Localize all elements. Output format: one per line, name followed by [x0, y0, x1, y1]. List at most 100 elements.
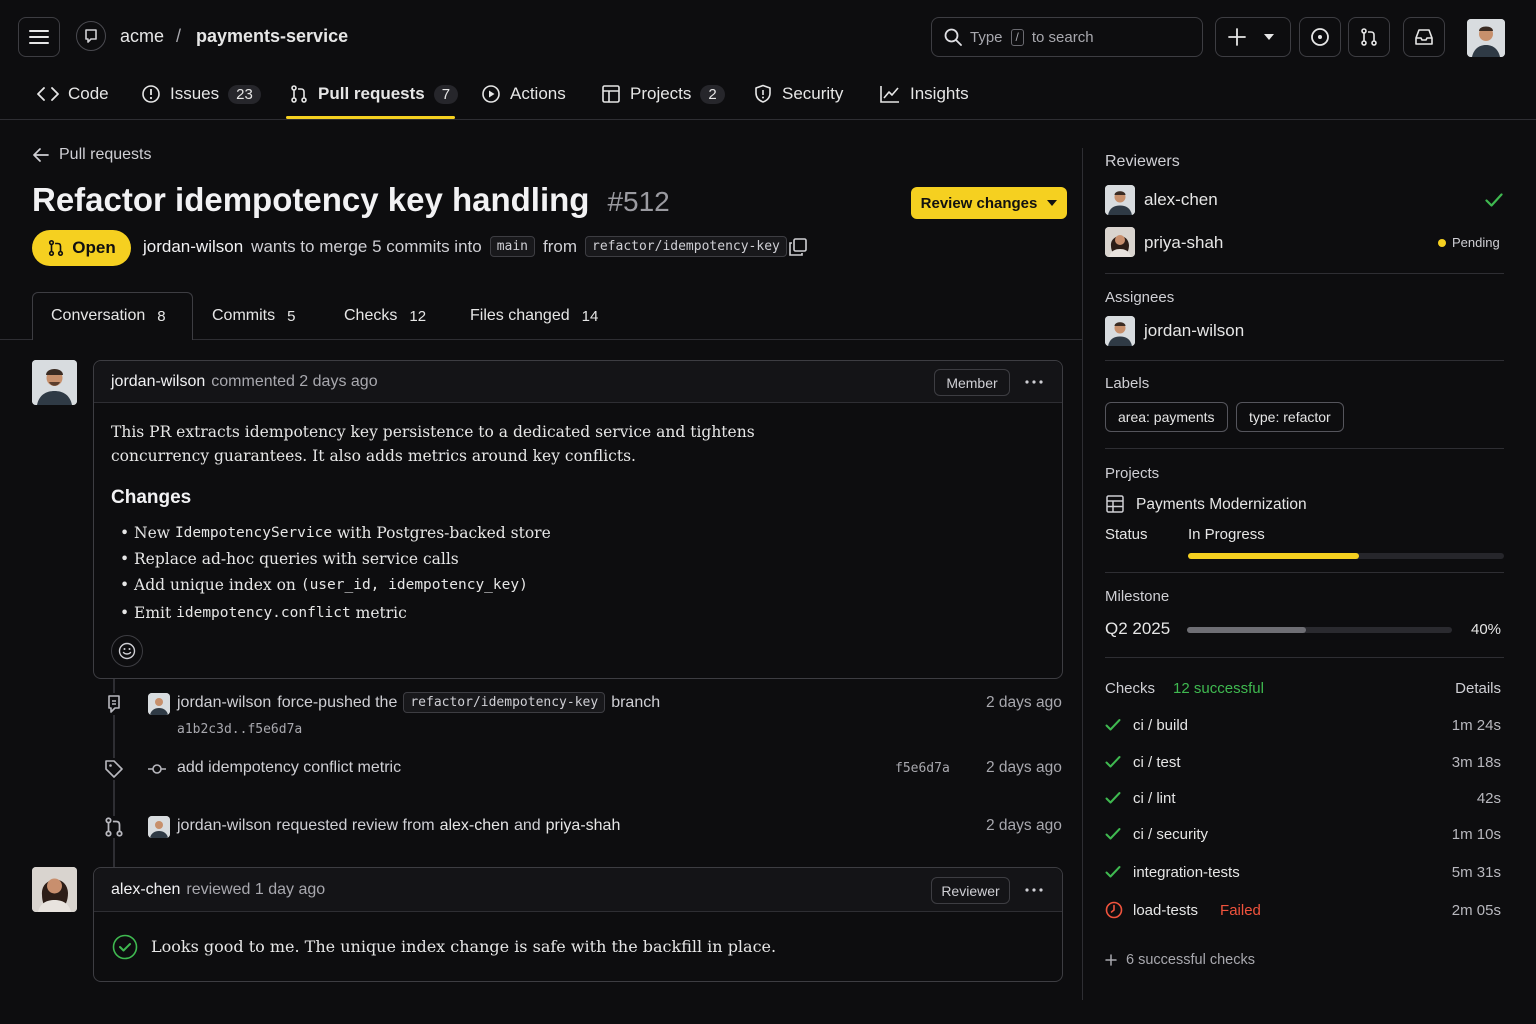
timeline-branch[interactable]: refactor/idempotency-key — [403, 692, 606, 713]
subtabs-divider — [193, 339, 1083, 340]
reviewer-link[interactable]: alex-chen — [440, 817, 509, 835]
show-more-checks-button[interactable]: 6 successful checks — [1105, 952, 1255, 968]
timeline-conjunction: and — [513, 817, 541, 834]
tab-code-label: Code — [68, 84, 109, 103]
review-options-button[interactable] — [1024, 882, 1044, 898]
reviewer-link[interactable]: priya-shah — [546, 817, 621, 835]
milestone-name-link[interactable]: Q2 2025 — [1105, 619, 1170, 639]
issues-button[interactable] — [1299, 17, 1341, 57]
avatar[interactable] — [1105, 227, 1135, 257]
avatar[interactable] — [148, 816, 170, 838]
tag-icon — [103, 758, 125, 780]
check-icon — [1105, 828, 1121, 840]
check-row-ci-build[interactable]: ci / build 1m 24s — [1105, 713, 1501, 737]
timeline-actor-link[interactable]: jordan-wilson — [177, 817, 271, 835]
repo-owner-link[interactable]: acme — [120, 26, 164, 47]
breadcrumb-separator: / — [176, 26, 182, 46]
inbox-button[interactable] — [1403, 17, 1445, 57]
repo-logo-icon[interactable] — [76, 21, 106, 51]
tab-checks[interactable]: Checks 12 — [344, 292, 426, 340]
status-field-value[interactable]: In Progress — [1188, 526, 1265, 543]
pull-requests-button[interactable] — [1348, 17, 1390, 57]
check-row-integration-tests[interactable]: integration-tests 5m 31s — [1105, 860, 1501, 884]
search-input[interactable]: Type / to search — [931, 17, 1203, 57]
tab-security[interactable]: Security — [753, 80, 843, 108]
tab-pull-requests-label: Pull requests — [318, 84, 425, 103]
review-changes-button[interactable]: Review changes — [911, 187, 1067, 219]
check-row-ci-test[interactable]: ci / test 3m 18s — [1105, 750, 1501, 774]
repo-name-link[interactable]: payments-service — [196, 26, 348, 47]
timeline-event-suffix: branch — [611, 693, 661, 711]
tab-projects[interactable]: Projects 2 — [601, 80, 725, 108]
label-type-refactor[interactable]: type: refactor — [1236, 402, 1344, 432]
check-row-ci-lint[interactable]: ci / lint 42s — [1105, 786, 1501, 810]
commit-icon — [147, 759, 167, 779]
label-area-payments[interactable]: area: payments — [1105, 402, 1228, 432]
timeline-event-text: requested review from — [276, 817, 435, 834]
subtabs-divider-left — [0, 339, 32, 340]
check-row-load-tests[interactable]: load-tests Failed 2m 05s — [1105, 898, 1501, 922]
sidebar-divider — [1082, 148, 1083, 1000]
create-new-button[interactable] — [1215, 17, 1291, 57]
timeline-actor-link[interactable]: jordan-wilson — [177, 694, 271, 712]
project-name-link[interactable]: Payments Modernization — [1136, 496, 1307, 514]
tab-issues[interactable]: Issues 23 — [141, 80, 261, 108]
milestone-heading: Milestone — [1105, 588, 1170, 605]
comment-options-button[interactable] — [1024, 374, 1044, 390]
add-reaction-button[interactable] — [111, 635, 143, 667]
avatar[interactable] — [1105, 316, 1135, 346]
commit-sha-link[interactable]: f5e6d7a — [895, 761, 950, 776]
checks-details-link[interactable]: Details — [1455, 680, 1501, 697]
review-body: Looks good to me. The unique index chang… — [151, 937, 777, 956]
shield-icon — [755, 84, 771, 103]
commit-message-link[interactable]: add idempotency conflict metric — [177, 759, 401, 777]
copy-branch-button[interactable] — [788, 237, 808, 257]
pending-label: Pending — [1452, 235, 1500, 250]
timeline-event-review-request: jordan-wilson requested review from alex… — [177, 817, 620, 835]
pr-number: #512 — [607, 186, 670, 217]
comment-paragraph-line-2: concurrency guarantees. It also adds met… — [111, 447, 636, 465]
comment-timestamp: commented 2 days ago — [211, 373, 378, 390]
checks-heading: Checks — [1105, 680, 1156, 697]
pr-author-link[interactable]: jordan-wilson — [143, 237, 243, 257]
head-branch[interactable]: refactor/idempotency-key — [585, 236, 787, 257]
status-progress-fill — [1188, 553, 1359, 559]
review-author-link[interactable]: alex-chen — [111, 881, 180, 899]
table-icon — [602, 85, 620, 103]
projects-heading: Projects — [1105, 465, 1160, 482]
list-item: • Replace ad-hoc queries with service cal… — [120, 550, 459, 568]
review-meta: alex-chen reviewed 1 day ago — [111, 881, 325, 899]
assignee-name-link[interactable]: jordan-wilson — [1144, 321, 1244, 341]
check-name: ci / test — [1133, 753, 1181, 771]
user-avatar[interactable] — [1467, 19, 1505, 57]
check-duration: 1m 24s — [1451, 716, 1501, 734]
check-duration: 42s — [1476, 789, 1501, 807]
menu-button[interactable] — [18, 17, 60, 57]
tab-pull-requests[interactable]: Pull requests 7 — [289, 80, 459, 108]
commit-range-link[interactable]: a1b2c3d..f5e6d7a — [177, 722, 302, 737]
tab-actions[interactable]: Actions — [481, 80, 566, 108]
labels-heading: Labels — [1105, 375, 1150, 392]
git-pull-request-icon — [291, 85, 307, 103]
plus-icon — [1105, 954, 1117, 966]
checks-summary: 12 successful — [1173, 680, 1264, 697]
tab-conversation[interactable]: Conversation 8 — [51, 292, 166, 340]
tab-files-changed[interactable]: Files changed 14 — [470, 292, 598, 340]
tab-pull-requests-count: 7 — [433, 84, 459, 104]
sidebar-section-divider — [1105, 273, 1504, 274]
avatar[interactable] — [32, 360, 77, 405]
avatar[interactable] — [1105, 185, 1135, 215]
avatar[interactable] — [32, 867, 77, 912]
comment-author-link[interactable]: jordan-wilson — [111, 373, 205, 391]
comment-meta: jordan-wilson commented 2 days ago — [111, 373, 378, 391]
reviewer-name-link[interactable]: alex-chen — [1144, 190, 1218, 210]
tab-insights[interactable]: Insights — [879, 80, 969, 108]
avatar[interactable] — [148, 693, 170, 715]
tab-code[interactable]: Code — [37, 80, 109, 108]
list-item: • Add unique index on (user_id, idempoten… — [120, 576, 528, 594]
back-to-pull-requests-link[interactable]: Pull requests — [33, 146, 152, 164]
check-row-ci-security[interactable]: ci / security 1m 10s — [1105, 822, 1501, 846]
base-branch[interactable]: main — [489, 236, 536, 257]
tab-commits[interactable]: Commits 5 — [212, 292, 295, 340]
reviewer-name-link[interactable]: priya-shah — [1144, 233, 1223, 253]
